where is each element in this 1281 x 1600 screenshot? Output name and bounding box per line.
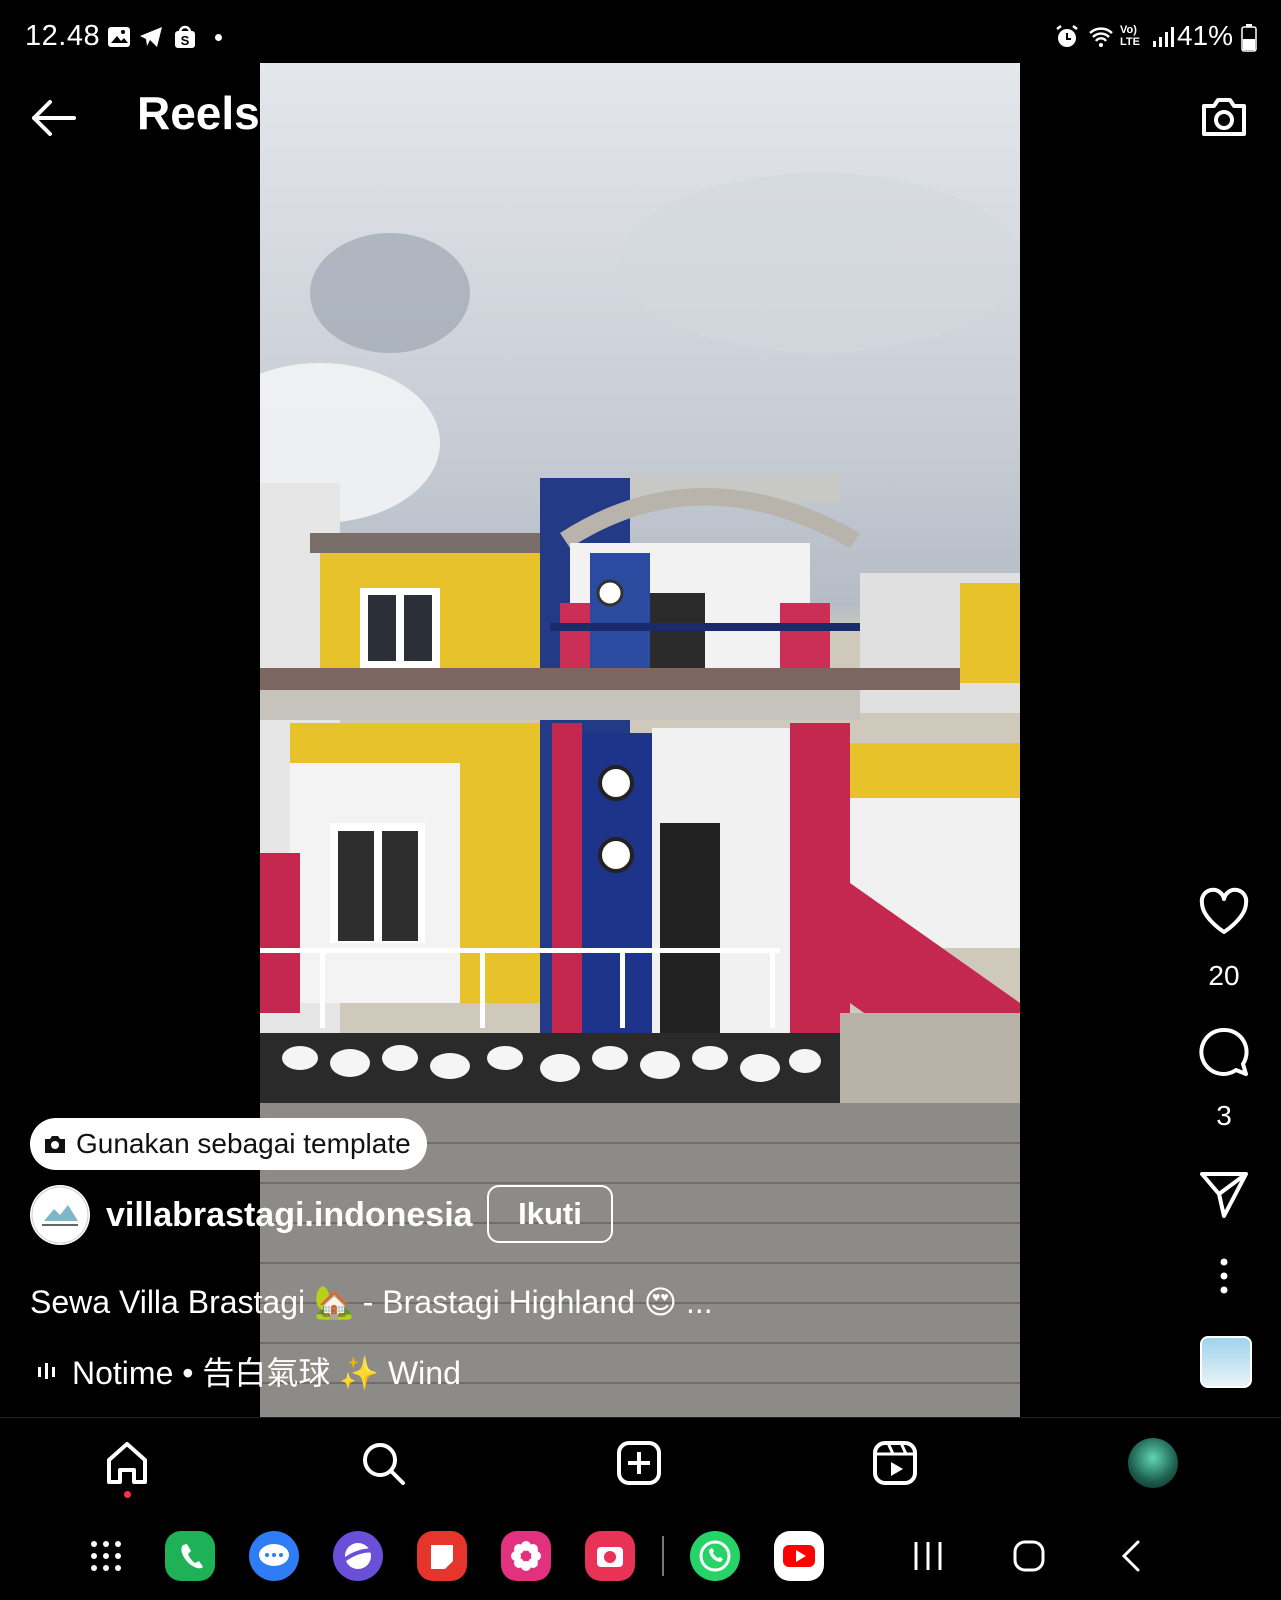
notes-app-icon[interactable] — [417, 1531, 467, 1581]
messages-app-icon[interactable] — [249, 1531, 299, 1581]
comment-icon[interactable] — [1198, 1026, 1250, 1078]
audio-thumbnail[interactable] — [1200, 1336, 1252, 1388]
use-template-button[interactable]: Gunakan sebagai template — [30, 1118, 427, 1170]
reel-caption[interactable]: Sewa Villa Brastagi 🏡 - Brastagi Highlan… — [30, 1283, 713, 1321]
app-drawer-icon[interactable] — [88, 1538, 124, 1574]
reels-icon[interactable] — [872, 1440, 918, 1486]
camera-icon[interactable] — [1198, 92, 1250, 140]
share-send-icon[interactable] — [1198, 1168, 1250, 1220]
more-options-icon[interactable] — [1214, 1256, 1234, 1296]
system-back-icon[interactable] — [1112, 1536, 1152, 1576]
profile-avatar[interactable] — [1128, 1438, 1178, 1488]
author-avatar[interactable] — [30, 1185, 90, 1245]
shopee-icon: S — [175, 25, 195, 48]
template-label: Gunakan sebagai template — [76, 1128, 411, 1159]
page-title: Reels — [137, 87, 260, 139]
signal-icon — [1153, 27, 1174, 47]
gallery-app-icon[interactable] — [501, 1531, 551, 1581]
like-heart-icon[interactable] — [1198, 886, 1250, 938]
gallery-icon — [108, 27, 130, 47]
home-button-icon[interactable] — [1009, 1536, 1049, 1576]
comment-count: 3 — [1216, 1100, 1232, 1131]
battery-percent: 41% — [1176, 20, 1233, 51]
status-time: 12.48 — [25, 20, 101, 52]
alarm-icon — [1056, 25, 1078, 47]
music-info[interactable]: Notime • 告白氣球 ✨ Wind — [36, 1348, 461, 1394]
dock-divider — [662, 1536, 664, 1576]
youtube-app-icon[interactable] — [774, 1531, 824, 1581]
search-icon[interactable] — [360, 1440, 406, 1486]
home-icon[interactable] — [104, 1440, 150, 1486]
recent-apps-icon[interactable] — [908, 1536, 948, 1576]
wifi-icon — [1089, 27, 1113, 47]
follow-button[interactable]: Ikuti — [487, 1185, 613, 1243]
telegram-icon — [140, 27, 162, 47]
audio-bars-icon — [38, 1363, 55, 1379]
svg-text:S: S — [181, 33, 190, 48]
author-username[interactable]: villabrastagi.indonesia — [106, 1196, 473, 1235]
create-icon[interactable] — [616, 1440, 662, 1486]
camera-app-icon[interactable] — [585, 1531, 635, 1581]
villa-logo — [31, 1186, 89, 1244]
phone-app-icon[interactable] — [165, 1531, 215, 1581]
volte-icon: Vo) LTE — [1120, 24, 1140, 48]
music-label: Notime • 告白氣球 ✨ Wind — [72, 1355, 461, 1391]
whatsapp-app-icon[interactable] — [690, 1531, 740, 1581]
home-notification-dot — [124, 1491, 131, 1498]
battery-icon — [1241, 24, 1257, 52]
back-arrow-icon[interactable] — [28, 96, 80, 140]
like-count: 20 — [1208, 960, 1240, 991]
internet-app-icon[interactable] — [333, 1531, 383, 1581]
notification-dot — [215, 34, 222, 41]
template-camera-icon — [45, 1136, 65, 1153]
